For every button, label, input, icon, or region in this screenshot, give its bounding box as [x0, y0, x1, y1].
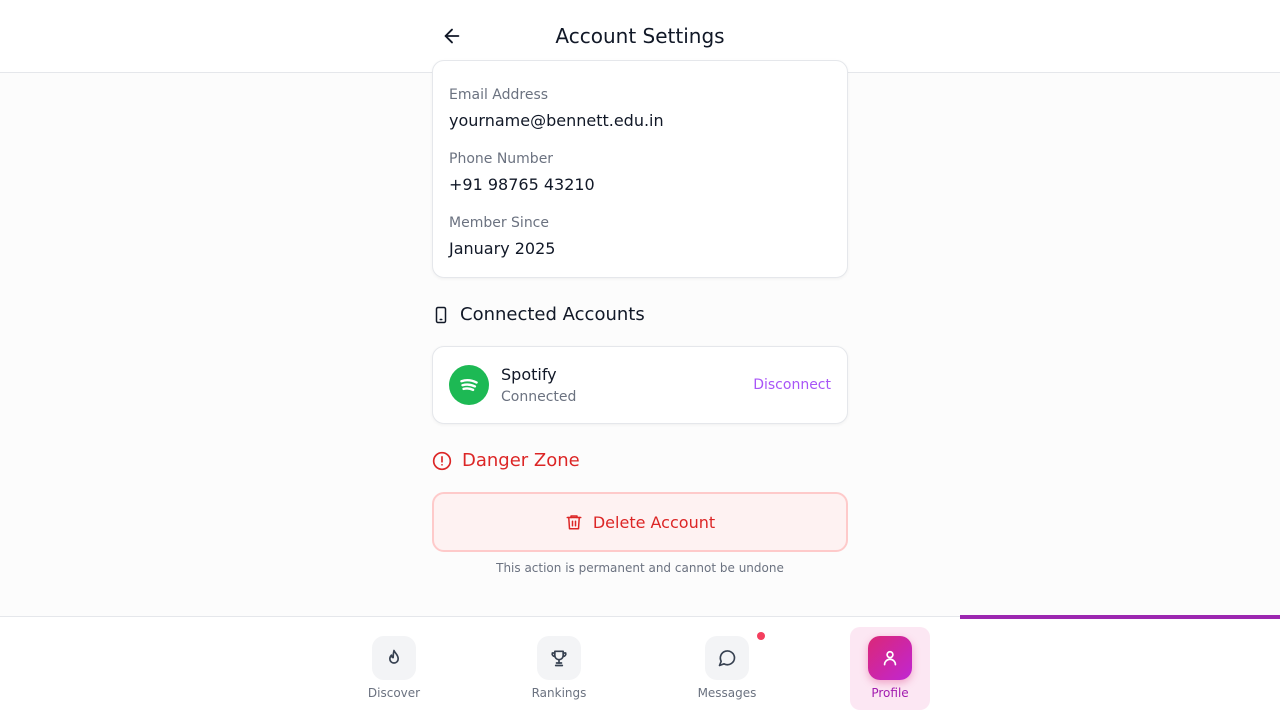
nav-label-messages: Messages — [697, 686, 757, 700]
nav-rankings[interactable]: Rankings — [514, 636, 604, 700]
phone-value: +91 98765 43210 — [449, 175, 595, 194]
flame-icon — [372, 636, 416, 680]
danger-note: This action is permanent and cannot be u… — [496, 561, 784, 575]
email-value: yourname@bennett.edu.in — [449, 111, 664, 130]
spotify-logo-icon — [449, 365, 489, 405]
spotify-name: Spotify — [501, 365, 557, 384]
nav-label-discover: Discover — [367, 686, 421, 700]
delete-account-button[interactable]: Delete Account — [432, 492, 848, 552]
bottom-navigation — [0, 616, 1280, 720]
trash-icon — [566, 515, 582, 530]
account-info-card: Email Address yourname@bennett.edu.in Ph… — [432, 60, 848, 278]
smartphone-icon — [435, 306, 447, 323]
nav-profile[interactable]: Profile — [845, 636, 935, 700]
notification-dot — [757, 632, 765, 640]
disconnect-button[interactable]: Disconnect — [753, 377, 831, 393]
trophy-icon — [537, 636, 581, 680]
danger-zone-title: Danger Zone — [462, 450, 580, 471]
connected-accounts-title: Connected Accounts — [460, 304, 645, 325]
nav-discover[interactable]: Discover — [349, 636, 439, 700]
connected-accounts-heading: Connected Accounts — [432, 304, 645, 325]
danger-zone-heading: Danger Zone — [432, 450, 580, 471]
member-since-value: January 2025 — [449, 239, 556, 258]
delete-account-label: Delete Account — [592, 512, 716, 532]
nav-label-rankings: Rankings — [531, 686, 587, 700]
user-icon — [868, 636, 912, 680]
nav-label-profile: Profile — [871, 686, 909, 700]
phone-label: Phone Number — [449, 151, 554, 167]
spotify-status: Connected — [501, 389, 577, 405]
member-since-label: Member Since — [449, 215, 549, 231]
spotify-connection-card: Spotify Connected Disconnect — [432, 346, 848, 424]
alert-circle-icon — [432, 451, 452, 470]
nav-messages[interactable]: Messages — [682, 636, 772, 700]
email-label: Email Address — [449, 87, 549, 103]
chat-icon — [705, 636, 749, 680]
progress-indicator — [960, 615, 1280, 619]
page-title: Account Settings — [555, 24, 725, 48]
